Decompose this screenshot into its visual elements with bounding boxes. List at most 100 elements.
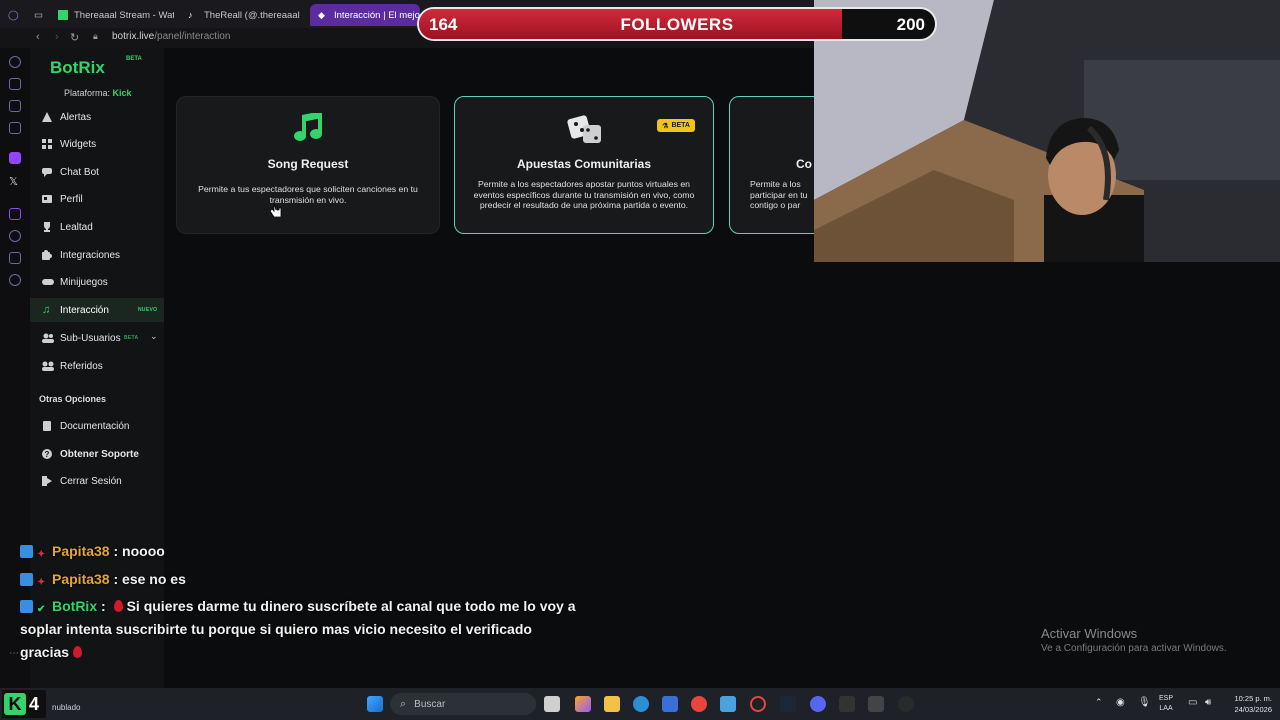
app-icon[interactable]: [898, 696, 914, 712]
system-clock[interactable]: 10:25 p. m. 24/03/2026: [1224, 693, 1272, 715]
messenger-icon[interactable]: [9, 122, 21, 134]
beta-badge: ⚗ BETA: [657, 119, 695, 132]
chat-message-cont: gracias: [20, 641, 86, 664]
gamepad-icon: [42, 277, 54, 287]
sidebar-item-widgets[interactable]: Widgets: [30, 132, 164, 156]
x-icon[interactable]: 𝕏: [9, 175, 21, 188]
reload-icon[interactable]: ↻: [70, 31, 79, 44]
copilot-icon[interactable]: [575, 696, 591, 712]
obs-icon[interactable]: [868, 696, 884, 712]
search-icon: ⌕: [400, 697, 407, 710]
card-title: Co: [796, 157, 812, 171]
clock-time: 10:25 p. m.: [1234, 694, 1272, 703]
chat-separator: :: [97, 598, 106, 614]
chevron-down-icon[interactable]: ⌄: [150, 331, 158, 342]
file-explorer-icon[interactable]: [604, 696, 620, 712]
sidebar-item-chat-bot[interactable]: Chat Bot: [30, 160, 164, 184]
help-icon: ?: [42, 449, 52, 459]
microphone-icon[interactable]: 🎙︎: [1138, 697, 1151, 708]
chat-username: BotRix: [52, 598, 98, 614]
sidebar-item-sub-usuarios[interactable]: Sub-Usuarios BETA ⌄: [30, 326, 164, 350]
sidebar-item-documentacion[interactable]: Documentación: [30, 414, 164, 438]
clock-icon[interactable]: [9, 230, 21, 242]
sidebar-item-cerrar-sesion[interactable]: Cerrar Sesión: [30, 469, 164, 493]
steam-icon[interactable]: [780, 696, 796, 712]
kick-chat-icon: [20, 573, 33, 586]
badge-icon: ✦: [37, 577, 46, 588]
flask-icon: ⚗: [662, 122, 669, 130]
task-view-icon[interactable]: [544, 696, 560, 712]
volume-icon[interactable]: 🔊︎: [1205, 697, 1211, 708]
history-icon[interactable]: [9, 56, 21, 68]
dice-icon: [567, 115, 603, 150]
kick-favicon-icon: [58, 10, 68, 20]
discord-icon[interactable]: [810, 696, 826, 712]
sidebar-item-interaccion[interactable]: ♫ Interacción NUEVO: [30, 298, 164, 322]
sidebar-item-integraciones[interactable]: Integraciones: [30, 243, 164, 267]
tab-manager-icon[interactable]: ▭: [34, 6, 43, 24]
tab-kick-stream[interactable]: Thereaaal Stream - Watch: [58, 6, 174, 24]
sidebar-item-obtener-soporte[interactable]: ? Obtener Soporte: [30, 442, 164, 466]
pinboard-icon[interactable]: [9, 100, 21, 112]
opera-icon[interactable]: [750, 696, 766, 712]
epic-games-icon[interactable]: [839, 696, 855, 712]
sidebar-item-label: Interacción: [60, 304, 109, 316]
back-arrow-icon[interactable]: ‹: [36, 31, 40, 43]
brand-logo[interactable]: BotRix: [50, 58, 105, 78]
clock-date: 24/03/2026: [1234, 705, 1272, 714]
forward-arrow-icon[interactable]: ›: [55, 31, 59, 43]
weather-widget[interactable]: nublado: [52, 703, 80, 712]
store-icon[interactable]: [662, 696, 678, 712]
chat-username: Papita38: [52, 571, 110, 587]
card-apuestas-comunitarias[interactable]: ⚗ BETA Apuestas Comunitarias Permite a lo…: [454, 96, 714, 234]
brand-beta-tag: BETA: [126, 56, 142, 62]
other-options-heading: Otras Opciones: [39, 394, 107, 404]
sidebar-item-label: Referidos: [60, 360, 103, 372]
sidebar-item-alertas[interactable]: Alertas: [30, 105, 164, 129]
chevron-up-icon[interactable]: ⌃: [1095, 697, 1103, 708]
goal-target: 200: [896, 15, 925, 34]
chat-username: Papita38: [52, 543, 110, 559]
network-icon[interactable]: ◉: [1116, 697, 1125, 708]
follower-goal-bar: 164 FOLLOWERS 200: [417, 7, 937, 41]
windows-start-icon[interactable]: [367, 696, 383, 712]
tab-label: TheReall (@.thereaaal) | T: [204, 9, 300, 21]
sidebar-item-label: Documentación: [60, 420, 130, 432]
language-indicator[interactable]: ESP LAA: [1159, 694, 1173, 714]
tab-botrix-interaction[interactable]: ◆ Interacción | El mejor so: [310, 4, 420, 26]
opera-menu-icon[interactable]: ◯: [8, 6, 19, 24]
new-badge: NUEVO: [138, 307, 158, 313]
notepad-icon[interactable]: [720, 696, 736, 712]
chat-message: ✦ Papita38 : noooo: [20, 540, 165, 563]
sidebar-item-referidos[interactable]: Referidos: [30, 354, 164, 378]
tab-tiktok[interactable]: ♪ TheReall (@.thereaaal) | T: [188, 6, 300, 24]
kick-logo-icon: K: [4, 693, 26, 715]
aria-icon[interactable]: [9, 78, 21, 90]
platform-indicator: Plataforma: Kick: [64, 88, 132, 98]
card-title: Song Request: [267, 157, 349, 171]
tiktok-favicon-icon: ♪: [188, 10, 193, 20]
music-player-icon[interactable]: [9, 208, 21, 220]
monitor-icon[interactable]: ▭: [1188, 697, 1197, 708]
card-description: Permite a tus espectadores que soliciten…: [198, 184, 418, 205]
grid-icon: [42, 139, 52, 149]
blood-drop-icon: [73, 646, 83, 658]
edge-icon[interactable]: [633, 696, 649, 712]
card-song-request[interactable]: Song Request Permite a tus espectadores …: [176, 96, 440, 234]
twitch-icon[interactable]: [9, 152, 21, 164]
workspace-icon[interactable]: [9, 252, 21, 264]
chat-separator: :: [109, 543, 119, 559]
sidebar-item-label: Widgets: [60, 138, 97, 150]
url-field[interactable]: botrix.live/panel/interaction: [112, 31, 230, 42]
chat-message: ✔ BotRix : Si quieres darme tu dinero sus…: [20, 595, 600, 618]
chat-icon: [42, 167, 52, 177]
sidebar-item-label: Minijuegos: [60, 276, 108, 288]
sidebar-item-label: Alertas: [60, 111, 92, 123]
sidebar-item-lealtad[interactable]: Lealtad: [30, 215, 164, 239]
sidebar-item-minijuegos[interactable]: Minijuegos: [30, 270, 164, 294]
chrome-icon[interactable]: [691, 696, 707, 712]
taskbar-search[interactable]: ⌕ Buscar: [390, 693, 536, 715]
beta-badge-label: BETA: [671, 122, 690, 129]
settings-icon[interactable]: [9, 274, 21, 286]
sidebar-item-perfil[interactable]: Perfil: [30, 187, 164, 211]
